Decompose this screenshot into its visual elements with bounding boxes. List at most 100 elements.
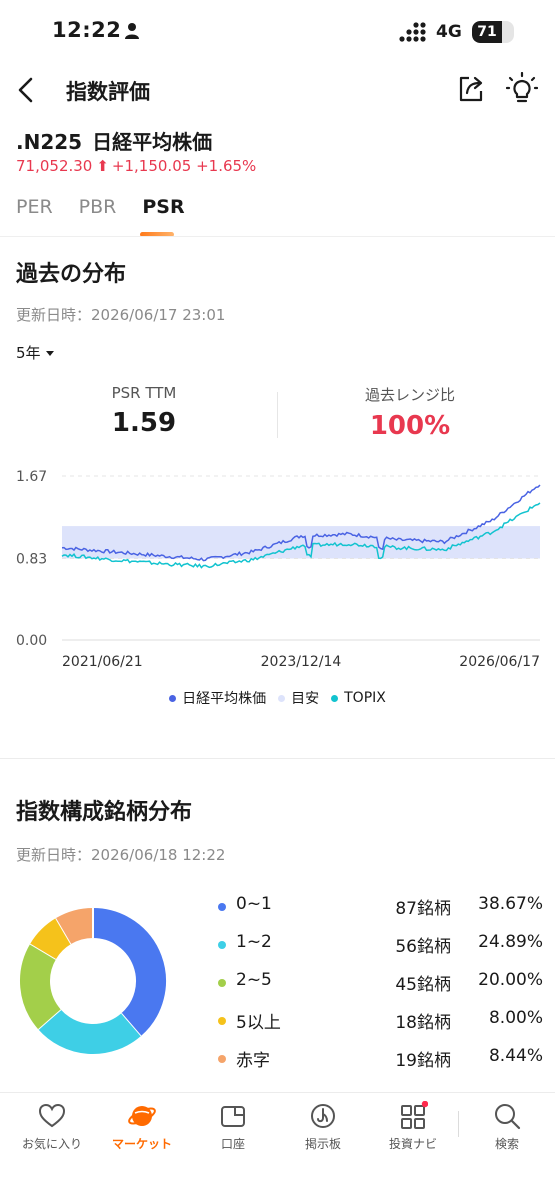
metric-tabs: PER PBR PSR — [16, 196, 211, 237]
legend-dot-icon — [331, 694, 339, 702]
battery-icon: 71 — [472, 21, 514, 43]
constituents-updated: 更新日時：2026/06/18 12:22 — [16, 846, 226, 864]
lightbulb-icon[interactable] — [506, 72, 538, 106]
nav-divider — [458, 1111, 459, 1137]
nav-account[interactable]: 口座 — [188, 1101, 278, 1152]
ticker-header: .N225 日経平均株価 — [16, 126, 212, 155]
bucket-label: 0~1 — [236, 894, 272, 914]
kpi-psr-label: PSR TTM — [111, 384, 177, 402]
up-arrow-icon: ⬆ — [96, 157, 109, 175]
nav-search[interactable]: 検索 — [462, 1101, 552, 1152]
tab-pbr[interactable]: PBR — [79, 196, 117, 230]
status-time: 12:22 — [52, 18, 122, 42]
constituents-title: 指数構成銘柄分布 — [16, 800, 193, 825]
bucket-percent: 24.89% — [478, 932, 543, 952]
bucket-percent: 8.00% — [488, 1008, 543, 1028]
nav-label: 投資ナビ — [388, 1137, 437, 1151]
distribution-donut-chart[interactable] — [18, 906, 168, 1056]
x-tick-label: 2026/06/17 — [459, 654, 540, 670]
heart-icon — [38, 1103, 66, 1128]
search-icon — [495, 1104, 521, 1130]
bucket-label: 5以上 — [236, 1013, 281, 1033]
psr-history-chart[interactable]: 1.67 0.83 0.00 2021/06/21 2023/12/14 2026/06/… — [0, 458, 555, 678]
chart-legend: 日経平均株価 目安 TOPIX — [0, 688, 555, 708]
nav-label: マーケット — [111, 1137, 172, 1151]
bucket-dot-icon — [218, 1017, 226, 1025]
legend-item[interactable]: 目安 — [278, 688, 319, 708]
distribution-row[interactable]: 2~5 45銘柄 20.00% — [218, 970, 543, 996]
distribution-row[interactable]: 赤字 19銘柄 8.44% — [218, 1046, 543, 1072]
network-type: 4G — [436, 22, 462, 42]
signal-icon — [399, 22, 426, 42]
bucket-dot-icon — [218, 979, 226, 987]
legend-label: 日経平均株価 — [182, 691, 267, 707]
bucket-percent: 38.67% — [478, 894, 543, 914]
bucket-percent: 20.00% — [478, 970, 543, 990]
period-label: 5年 — [16, 344, 41, 362]
bucket-label: 1~2 — [236, 932, 272, 952]
tab-per[interactable]: PER — [16, 196, 53, 230]
status-bar: 12:22 4G 71 — [0, 0, 555, 66]
caret-down-icon — [45, 351, 54, 356]
donut-slice — [30, 918, 72, 960]
bucket-percent: 8.44% — [488, 1046, 543, 1066]
bucket-count: 19銘柄 — [395, 1051, 451, 1071]
legend-dot-icon — [169, 694, 177, 702]
nav-label: 口座 — [220, 1137, 245, 1151]
legend-item[interactable]: TOPIX — [331, 688, 386, 708]
ticker-name: 日経平均株価 — [92, 130, 213, 154]
distribution-row[interactable]: 5以上 18銘柄 8.00% — [218, 1008, 543, 1034]
nav-market[interactable]: マーケット — [97, 1101, 187, 1152]
donut-slice — [38, 1008, 141, 1054]
bucket-label: 赤字 — [236, 1051, 270, 1071]
donut-slice — [56, 908, 94, 945]
price-value: 71,052.30 — [16, 157, 93, 175]
y-tick-label: 1.67 — [16, 469, 47, 485]
bucket-dot-icon — [218, 941, 226, 949]
nav-board[interactable]: 掲示板 — [278, 1101, 368, 1152]
history-updated: 更新日時：2026/06/17 23:01 — [16, 306, 226, 324]
page-title: 指数評価 — [66, 80, 150, 104]
legend-item[interactable]: 日経平均株価 — [169, 688, 266, 708]
nav-label: 掲示板 — [304, 1137, 341, 1151]
legend-label: 目安 — [291, 691, 320, 707]
share-icon[interactable] — [456, 74, 486, 104]
price-line: 71,052.30 ⬆ +1,150.05 +1.65% — [16, 157, 256, 175]
person-icon — [125, 23, 139, 39]
grid-icon — [401, 1101, 428, 1129]
period-dropdown[interactable]: 5年 — [16, 342, 54, 363]
app-header: 指数評価 — [0, 66, 555, 114]
distribution-row[interactable]: 1~2 56銘柄 24.89% — [218, 932, 543, 958]
divider — [0, 236, 555, 237]
ticker-code: .N225 — [16, 130, 83, 154]
donut-slice — [92, 908, 166, 1037]
kpi-psr-ttm: PSR TTM 1.59 — [14, 384, 274, 438]
wallet-icon — [221, 1106, 245, 1127]
back-arrow-icon[interactable] — [12, 74, 42, 106]
kpi-range-value: 100% — [369, 411, 451, 441]
bucket-dot-icon — [218, 903, 226, 911]
planet-icon — [128, 1106, 156, 1126]
board-icon — [311, 1104, 335, 1128]
price-change-pct: +1.65% — [196, 157, 257, 175]
legend-label: TOPIX — [344, 690, 386, 706]
section-divider — [0, 758, 555, 759]
nav-favorites[interactable]: お気に入り — [7, 1101, 97, 1152]
nav-label: 検索 — [494, 1137, 519, 1151]
history-title: 過去の分布 — [16, 262, 127, 287]
x-tick-label: 2023/12/14 — [261, 654, 342, 670]
tab-psr[interactable]: PSR — [140, 196, 185, 237]
kpi-range-label: 過去レンジ比 — [364, 386, 455, 404]
bucket-count: 56銘柄 — [395, 937, 451, 957]
distribution-row[interactable]: 0~1 87銘柄 38.67% — [218, 894, 543, 920]
kpi-range-ratio: 過去レンジ比 100% — [280, 384, 540, 441]
donut-slice — [20, 943, 62, 1030]
nav-invest-navi[interactable]: 投資ナビ — [368, 1101, 458, 1152]
nav-label: お気に入り — [21, 1137, 82, 1151]
y-tick-label: 0.00 — [16, 633, 47, 649]
bucket-count: 18銘柄 — [395, 1013, 451, 1033]
x-tick-label: 2021/06/21 — [62, 654, 143, 670]
bucket-count: 87銘柄 — [395, 899, 451, 919]
bucket-dot-icon — [218, 1055, 226, 1063]
price-change: +1,150.05 — [111, 157, 192, 175]
